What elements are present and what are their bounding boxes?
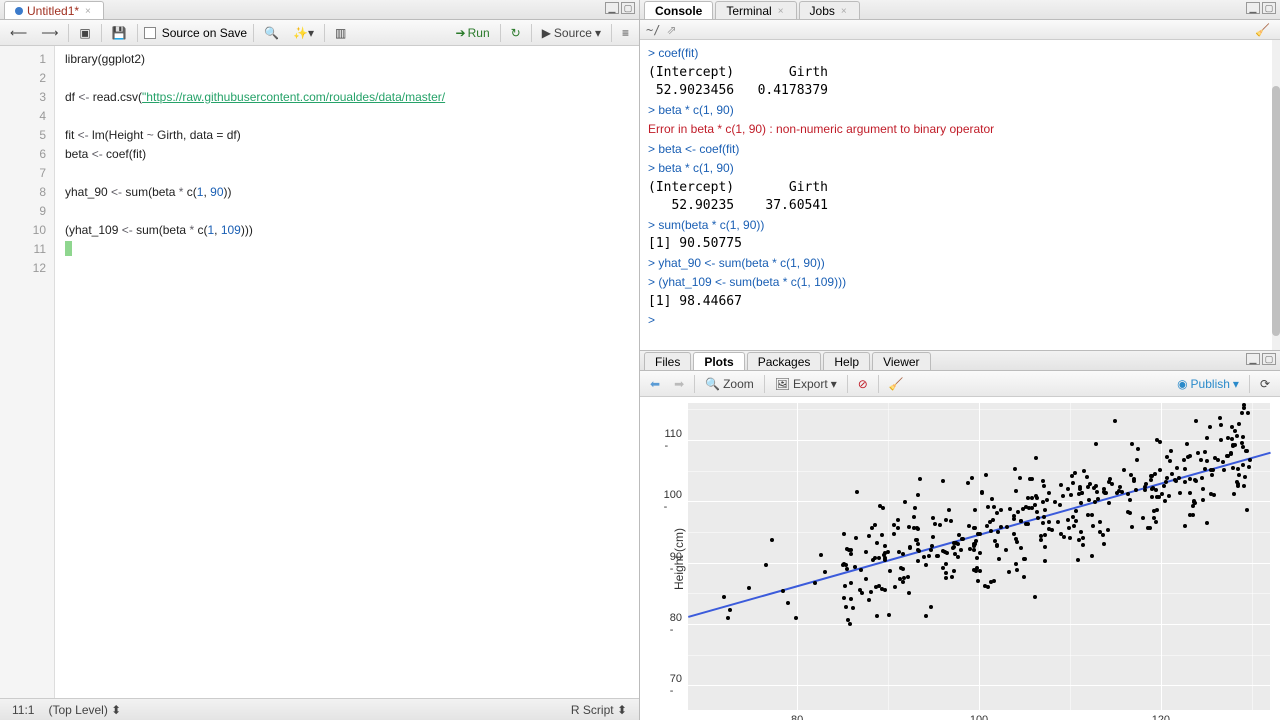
source-label: Source [554,26,592,40]
plot-canvas: Height (cm) 70 -80 -90 -100 -110 -801001… [640,397,1280,720]
export-button[interactable]: 🖼 Export ▾ [771,375,841,393]
console-output[interactable]: > coef(fit) (Intercept) Girth 52.9023456… [640,40,1280,350]
zoom-button[interactable]: 🔍 Zoom [701,375,758,393]
forward-icon[interactable]: ⟶ [37,24,62,42]
console-tabbar: Console Terminal× Jobs× ▁ ▢ [640,0,1280,20]
tab-plots[interactable]: Plots [693,352,744,370]
editor-toolbar: ⟵ ⟶ ▣ 💾 Source on Save 🔍 ✨▾ ▥ ➔ Run ↻ ▶ … [0,20,639,46]
run-button[interactable]: ➔ Run [452,24,494,42]
scrollbar-thumb[interactable] [1272,86,1280,336]
minimize-pane-icon[interactable]: ▁ [1246,2,1260,14]
wd-popout-icon[interactable]: ⇗ [666,23,676,37]
maximize-pane-icon[interactable]: ▢ [1262,2,1276,14]
clear-plots-icon[interactable]: 🧹 [885,375,908,393]
refresh-plot-icon[interactable]: ⟳ [1256,375,1274,393]
minimize-pane-icon[interactable]: ▁ [605,2,619,14]
minimize-pane-icon[interactable]: ▁ [1246,353,1260,365]
code-area[interactable]: library(ggplot2) df <- read.csv("https:/… [55,46,639,698]
editor-tab[interactable]: Untitled1* × [4,1,104,19]
maximize-pane-icon[interactable]: ▢ [1262,353,1276,365]
tab-packages[interactable]: Packages [747,352,822,370]
plot-prev-icon[interactable]: ⬅ [646,375,664,393]
cursor-position: 11:1 [12,703,34,717]
tab-viewer[interactable]: Viewer [872,352,930,370]
save-icon[interactable]: 💾 [108,24,131,42]
show-in-new-window-icon[interactable]: ▣ [75,24,94,42]
close-icon[interactable]: × [839,6,849,17]
clear-console-icon[interactable]: 🧹 [1251,21,1274,39]
plots-toolbar: ⬅ ➡ 🔍 Zoom 🖼 Export ▾ ⊘ 🧹 ◉ Publish ▾ ⟳ [640,371,1280,397]
publish-button[interactable]: ◉ Publish ▾ [1173,375,1243,393]
br-tabbar: Files Plots Packages Help Viewer ▁ ▢ [640,351,1280,371]
outline-icon[interactable]: ≡ [618,24,633,42]
scope-selector[interactable]: (Top Level) ⬍ [48,703,121,717]
source-on-save-label: Source on Save [162,26,247,40]
tab-terminal[interactable]: Terminal× [715,1,796,19]
tab-files[interactable]: Files [644,352,691,370]
editor-tabbar: Untitled1* × ▁ ▢ [0,0,639,20]
working-dir: ~/ [646,23,660,37]
source-on-save-checkbox[interactable] [144,27,156,39]
source-button[interactable]: ▶ Source ▾ [538,24,605,42]
maximize-pane-icon[interactable]: ▢ [621,2,635,14]
find-icon[interactable]: 🔍 [260,24,283,42]
r-file-icon [15,7,23,15]
remove-plot-icon[interactable]: ⊘ [854,375,872,393]
tab-console[interactable]: Console [644,1,713,19]
line-gutter: 123456789101112 [0,46,55,698]
code-editor[interactable]: 123456789101112 library(ggplot2) df <- r… [0,46,639,698]
console-toolbar: ~/ ⇗ 🧹 [640,20,1280,40]
close-icon[interactable]: × [83,6,93,17]
editor-statusbar: 11:1 (Top Level) ⬍ R Script ⬍ [0,698,639,720]
close-icon[interactable]: × [776,6,786,17]
plot-next-icon[interactable]: ➡ [670,375,688,393]
run-label: Run [468,26,490,40]
tab-jobs[interactable]: Jobs× [799,1,860,19]
language-selector[interactable]: R Script ⬍ [571,703,627,717]
wand-icon[interactable]: ✨▾ [289,24,318,42]
back-icon[interactable]: ⟵ [6,24,31,42]
notebook-icon[interactable]: ▥ [331,24,350,42]
editor-tab-label: Untitled1* [27,4,79,18]
rerun-icon[interactable]: ↻ [507,24,525,42]
tab-help[interactable]: Help [823,352,870,370]
